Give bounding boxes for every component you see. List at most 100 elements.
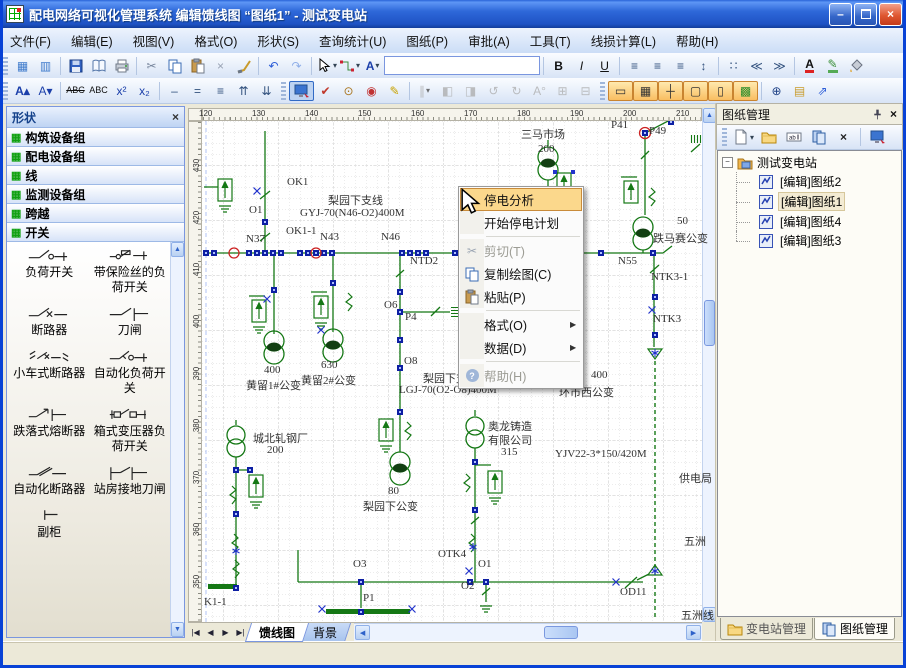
indent-button[interactable]: ≫: [768, 56, 791, 76]
cut-button[interactable]: ✂: [140, 56, 163, 76]
shape-item-station-ground-knife[interactable]: 站房接地刀闸: [90, 463, 171, 497]
menu-item-8[interactable]: 工具(T): [520, 27, 581, 54]
new-drawing-button[interactable]: ▦: [11, 56, 34, 76]
page-breaks-toggle-button[interactable]: ▯: [708, 81, 733, 101]
grid-toggle-button[interactable]: ▦: [633, 81, 658, 101]
tree-item[interactable]: [编辑]图纸4: [718, 212, 901, 231]
decrease-font-button[interactable]: A▾: [34, 81, 57, 101]
context-menu-item-data[interactable]: 数据(D)▶: [460, 336, 582, 359]
ungroup-shapes-button[interactable]: ⊟: [574, 81, 597, 101]
shape-item-load-switch[interactable]: 负荷开关: [9, 246, 90, 295]
search-document-button[interactable]: ⊙: [337, 81, 360, 101]
copy-drawing-button[interactable]: [807, 127, 830, 147]
menu-item-5[interactable]: 查询统计(U): [309, 27, 396, 54]
rotate-text-button[interactable]: A°: [528, 81, 551, 101]
shape-item-auto-breaker[interactable]: 自动化断路器: [9, 463, 90, 497]
menu-item-6[interactable]: 图纸(P): [396, 27, 458, 54]
shape-item-auto-load-switch[interactable]: 自动化负荷开关: [90, 347, 171, 396]
stamp-tool-button[interactable]: ◉: [360, 81, 383, 101]
menu-item-10[interactable]: 帮助(H): [666, 27, 728, 54]
menu-item-9[interactable]: 线损计算(L): [581, 27, 666, 54]
panel-close-icon[interactable]: ×: [890, 107, 897, 121]
outdent-button[interactable]: ≪: [745, 56, 768, 76]
menu-item-3[interactable]: 格式(O): [184, 27, 247, 54]
print-button[interactable]: [110, 56, 133, 76]
delete-button[interactable]: ×: [209, 56, 232, 76]
fill-color-button[interactable]: [844, 56, 867, 76]
tree-item[interactable]: [编辑]图纸2: [718, 172, 901, 191]
shape-item-knife-switch[interactable]: 刀闸: [90, 304, 171, 338]
italic-button[interactable]: I: [570, 56, 593, 76]
new-drawing-button[interactable]: ▾: [732, 127, 755, 147]
page-nav-1[interactable]: ◀: [203, 628, 218, 637]
line-spacing-single-button[interactable]: –: [163, 81, 186, 101]
page-nav-0[interactable]: |◀: [188, 628, 203, 637]
tree-expander-icon[interactable]: −: [722, 157, 733, 168]
guides-toggle-button[interactable]: ┼: [658, 81, 683, 101]
line-spacing-double-button[interactable]: ≡: [209, 81, 232, 101]
save-button[interactable]: [64, 56, 87, 76]
canvas-horizontal-scrollbar[interactable]: ◀ ▶: [354, 623, 702, 642]
ruler-toggle-button[interactable]: ▭: [608, 81, 633, 101]
line-spacing-15-button[interactable]: =: [186, 81, 209, 101]
undo-button[interactable]: ↶: [262, 56, 285, 76]
context-menu-item-help[interactable]: ?帮助(H): [460, 364, 582, 387]
tree-item[interactable]: [编辑]图纸3: [718, 231, 901, 250]
bullets-button[interactable]: ∷: [722, 56, 745, 76]
pin-icon[interactable]: [871, 108, 884, 121]
shape-item-side-cabinet[interactable]: 副柜: [9, 506, 90, 540]
tree-item[interactable]: [编辑]图纸1: [718, 191, 901, 212]
shapes-close-icon[interactable]: ×: [172, 110, 179, 124]
scroll-right-icon[interactable]: ▶: [686, 625, 701, 640]
underline-button[interactable]: U: [593, 56, 616, 76]
minimize-button[interactable]: –: [829, 3, 852, 26]
align-left-button[interactable]: ≡: [623, 56, 646, 76]
shape-group-3[interactable]: ▦监测设备组: [7, 185, 184, 204]
bold-button[interactable]: B: [547, 56, 570, 76]
shape-group-5[interactable]: ▦开关: [7, 223, 184, 242]
font-combo[interactable]: [384, 56, 540, 75]
increase-font-button[interactable]: A▴: [11, 81, 34, 101]
print-preview-button[interactable]: [87, 56, 110, 76]
connector-tool-button[interactable]: ▾: [338, 56, 361, 76]
no-strikethrough-button[interactable]: ABC: [87, 81, 110, 101]
context-menu-item-copy-drawing[interactable]: 复制绘图(C): [460, 262, 582, 285]
tree-root[interactable]: −测试变电站: [718, 151, 901, 172]
menu-item-2[interactable]: 视图(V): [123, 27, 185, 54]
menu-item-4[interactable]: 形状(S): [247, 27, 309, 54]
align-right-button[interactable]: ≡: [669, 56, 692, 76]
paste-button[interactable]: [186, 56, 209, 76]
align-center-button[interactable]: ≡: [646, 56, 669, 76]
text-tool-button[interactable]: A▾: [361, 56, 384, 76]
shape-group-0[interactable]: ▦构筑设备组: [7, 128, 184, 147]
connector-arrows-tool-button[interactable]: ⇗: [811, 81, 834, 101]
switch-substation-view-button[interactable]: [866, 127, 889, 147]
subscript-button[interactable]: x₂: [133, 81, 156, 101]
close-button[interactable]: ×: [879, 3, 902, 26]
shape-item-drop-fuse[interactable]: 跌落式熔断器: [9, 405, 90, 454]
page-tab[interactable]: 馈线图: [245, 623, 309, 642]
spacing-increase-button[interactable]: ⇈: [232, 81, 255, 101]
gallery-scrollbar[interactable]: ▲ ▼: [170, 242, 184, 637]
shape-group-2[interactable]: ▦线: [7, 166, 184, 185]
outage-analysis-tool-button[interactable]: [289, 81, 314, 101]
rotate-left-button[interactable]: ↺: [482, 81, 505, 101]
spacing-decrease-button[interactable]: ⇊: [255, 81, 278, 101]
note-tool-button[interactable]: ✎: [383, 81, 406, 101]
format-painter-button[interactable]: [232, 56, 255, 76]
shape-group-1[interactable]: ▦配电设备组: [7, 147, 184, 166]
flip-horizontal-button[interactable]: ◧: [436, 81, 459, 101]
drawing-explorer-toggle-button[interactable]: ▩: [733, 81, 758, 101]
flip-vertical-button[interactable]: ◨: [459, 81, 482, 101]
menu-item-0[interactable]: 文件(F): [0, 27, 61, 54]
panel-tab[interactable]: 图纸管理: [814, 618, 895, 640]
rename-drawing-button[interactable]: [782, 127, 805, 147]
menu-item-7[interactable]: 审批(A): [458, 27, 520, 54]
copy-button[interactable]: [163, 56, 186, 76]
redo-button[interactable]: ↷: [285, 56, 308, 76]
scroll-down-icon[interactable]: ▼: [171, 622, 184, 637]
font-color-button[interactable]: A: [798, 56, 821, 76]
data-table-button[interactable]: ▥: [34, 56, 57, 76]
scroll-up-icon[interactable]: ▲: [171, 242, 184, 257]
shape-group-4[interactable]: ▦跨越: [7, 204, 184, 223]
